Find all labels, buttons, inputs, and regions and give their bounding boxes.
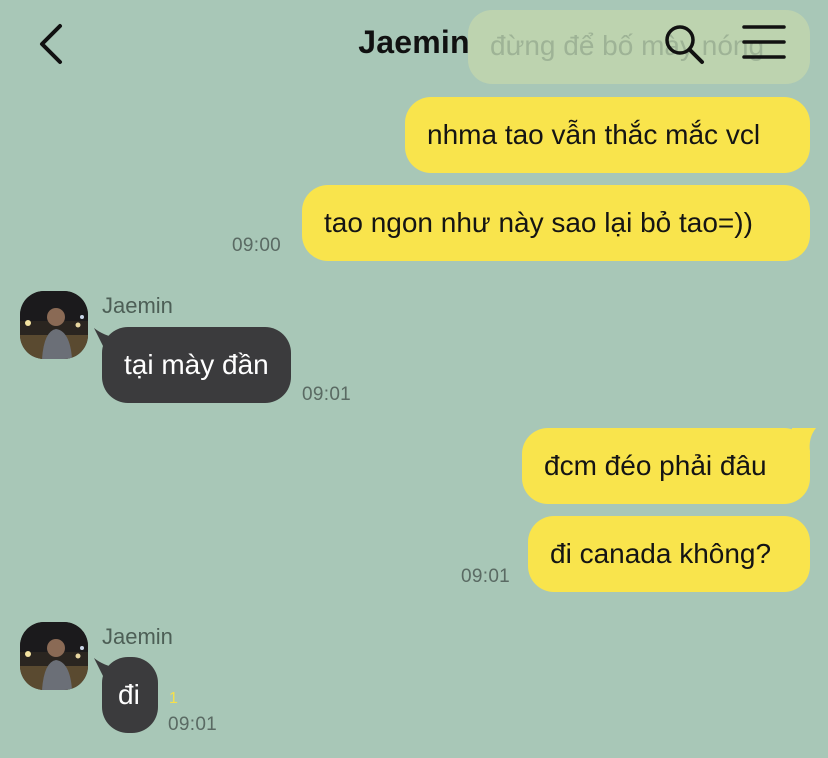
my-message-bubble[interactable]: nhma tao vẫn thắc mắc vcl <box>405 97 810 173</box>
search-icon <box>665 25 704 64</box>
search-button[interactable] <box>660 20 706 66</box>
sender-name: Jaemin <box>102 293 173 318</box>
menu-button[interactable] <box>740 22 788 62</box>
message-text: tao ngon như này sao lại bỏ tao=)) <box>324 207 753 238</box>
message-text: tại mày đần <box>124 349 269 380</box>
their-message-bubble[interactable]: tại mày đần <box>102 327 291 403</box>
message-text: đcm đéo phải đâu <box>544 450 767 481</box>
avatar[interactable] <box>20 291 88 359</box>
message-text: nhma tao vẫn thắc mắc vcl <box>427 119 761 150</box>
message-timestamp: 09:00 <box>232 235 282 256</box>
avatar[interactable] <box>20 622 88 690</box>
sender-name: Jaemin <box>102 624 173 649</box>
unread-count: 1 <box>169 690 178 707</box>
message-text: đi <box>118 679 140 710</box>
my-message-bubble[interactable]: đi canada không? <box>528 516 810 592</box>
hamburger-menu-icon <box>742 25 786 59</box>
message-text: đi canada không? <box>550 538 772 569</box>
my-message-bubble[interactable]: đcm đéo phải đâu <box>522 428 810 504</box>
message-timestamp: 09:01 <box>461 566 511 587</box>
their-message-bubble[interactable]: đi <box>102 657 158 733</box>
message-timestamp: 09:01 <box>168 714 218 735</box>
my-message-bubble[interactable]: tao ngon như này sao lại bỏ tao=)) <box>302 185 810 261</box>
message-timestamp: 09:01 <box>302 384 352 405</box>
profile-photo <box>20 622 88 690</box>
profile-photo <box>20 291 88 359</box>
